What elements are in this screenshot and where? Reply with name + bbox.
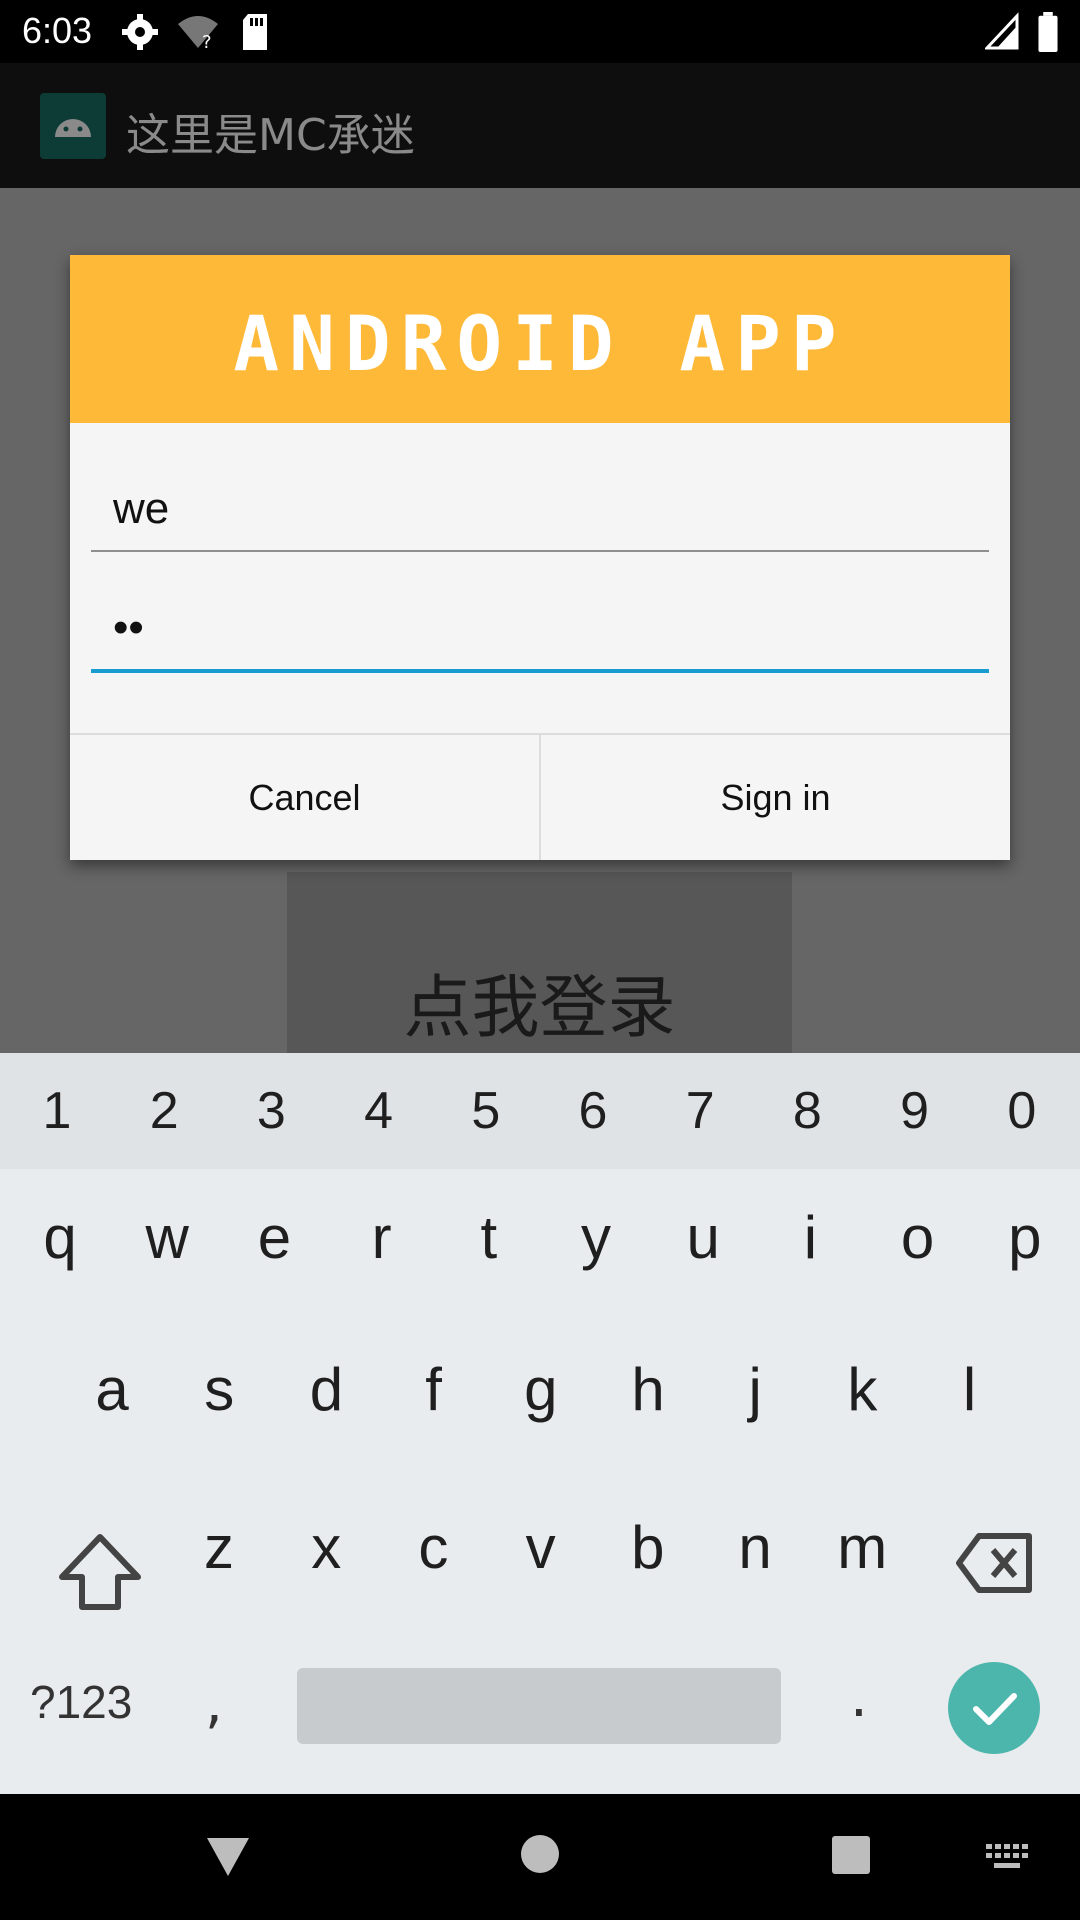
- key-e[interactable]: e: [229, 1203, 319, 1272]
- key-d[interactable]: d: [281, 1355, 371, 1424]
- app-title: 这里是MC承迷: [126, 110, 415, 161]
- android-app-icon: [40, 93, 106, 159]
- sign-in-dialog: ANDROID APP we •• Cancel Sign in: [70, 255, 1010, 860]
- key-o[interactable]: o: [873, 1203, 963, 1272]
- cancel-button[interactable]: Cancel: [70, 735, 539, 860]
- settings-icon: [122, 14, 158, 50]
- period-key[interactable]: .: [850, 1665, 868, 1730]
- key-l[interactable]: l: [925, 1355, 1015, 1424]
- key-u[interactable]: u: [658, 1203, 748, 1272]
- key-a[interactable]: a: [67, 1355, 157, 1424]
- key-y[interactable]: y: [551, 1203, 641, 1272]
- password-value: ••: [113, 603, 144, 652]
- banner-text: ANDROID APP: [233, 299, 847, 388]
- back-nav-icon[interactable]: [205, 1834, 251, 1878]
- key-r[interactable]: r: [337, 1203, 427, 1272]
- key-x[interactable]: x: [281, 1513, 371, 1582]
- number-key-3[interactable]: 3: [226, 1081, 316, 1141]
- recents-nav-icon[interactable]: [830, 1834, 872, 1876]
- key-w[interactable]: w: [122, 1203, 212, 1272]
- sd-card-icon: [243, 14, 267, 50]
- signal-icon: [985, 12, 1019, 50]
- key-z[interactable]: z: [174, 1513, 264, 1582]
- key-b[interactable]: b: [603, 1513, 693, 1582]
- login-button[interactable]: 点我登录: [287, 872, 792, 1053]
- key-n[interactable]: n: [710, 1513, 800, 1582]
- number-key-7[interactable]: 7: [655, 1081, 745, 1141]
- backspace-key-icon[interactable]: [955, 1528, 1035, 1598]
- navigation-bar: [0, 1794, 1080, 1920]
- number-key-9[interactable]: 9: [870, 1081, 960, 1141]
- username-field[interactable]: we: [91, 480, 989, 552]
- app-bar: 这里是MC承迷: [0, 63, 1080, 188]
- key-m[interactable]: m: [817, 1513, 907, 1582]
- number-key-6[interactable]: 6: [548, 1081, 638, 1141]
- key-f[interactable]: f: [389, 1355, 479, 1424]
- key-t[interactable]: t: [444, 1203, 534, 1272]
- login-button-label: 点我登录: [403, 969, 676, 1048]
- key-v[interactable]: v: [496, 1513, 586, 1582]
- battery-icon: [1038, 12, 1058, 52]
- comma-key[interactable]: ,: [205, 1671, 223, 1736]
- number-key-2[interactable]: 2: [119, 1081, 209, 1141]
- enter-key[interactable]: [948, 1662, 1040, 1754]
- shift-key-icon[interactable]: [50, 1523, 150, 1623]
- keyboard: 1234567890 qwertyuiop asdfghjkl zxcvbnm ?12…: [0, 1053, 1080, 1794]
- space-key[interactable]: [297, 1668, 781, 1744]
- key-j[interactable]: j: [710, 1355, 800, 1424]
- number-key-0[interactable]: 0: [977, 1081, 1067, 1141]
- key-s[interactable]: s: [174, 1355, 264, 1424]
- key-p[interactable]: p: [980, 1203, 1070, 1272]
- number-key-4[interactable]: 4: [334, 1081, 424, 1141]
- symbols-key[interactable]: ?123: [30, 1675, 132, 1729]
- sign-in-button[interactable]: Sign in: [541, 735, 1010, 860]
- keyboard-switch-icon[interactable]: [986, 1844, 1030, 1874]
- checkmark-icon: [973, 1693, 1017, 1725]
- status-time: 6:03: [22, 10, 93, 51]
- key-c[interactable]: c: [388, 1513, 478, 1582]
- svg-text:?: ?: [202, 32, 212, 52]
- status-bar: 6:03 ?: [0, 0, 1080, 63]
- password-field[interactable]: ••: [91, 599, 989, 673]
- number-key-8[interactable]: 8: [762, 1081, 852, 1141]
- wifi-unknown-icon: ?: [178, 16, 218, 52]
- home-nav-icon[interactable]: [520, 1834, 560, 1874]
- key-g[interactable]: g: [496, 1355, 586, 1424]
- key-h[interactable]: h: [603, 1355, 693, 1424]
- key-i[interactable]: i: [765, 1203, 855, 1272]
- key-k[interactable]: k: [817, 1355, 907, 1424]
- number-key-5[interactable]: 5: [441, 1081, 531, 1141]
- number-key-1[interactable]: 1: [12, 1081, 102, 1141]
- username-value: we: [113, 484, 170, 533]
- dialog-banner: ANDROID APP: [70, 255, 1010, 423]
- key-q[interactable]: q: [15, 1203, 105, 1272]
